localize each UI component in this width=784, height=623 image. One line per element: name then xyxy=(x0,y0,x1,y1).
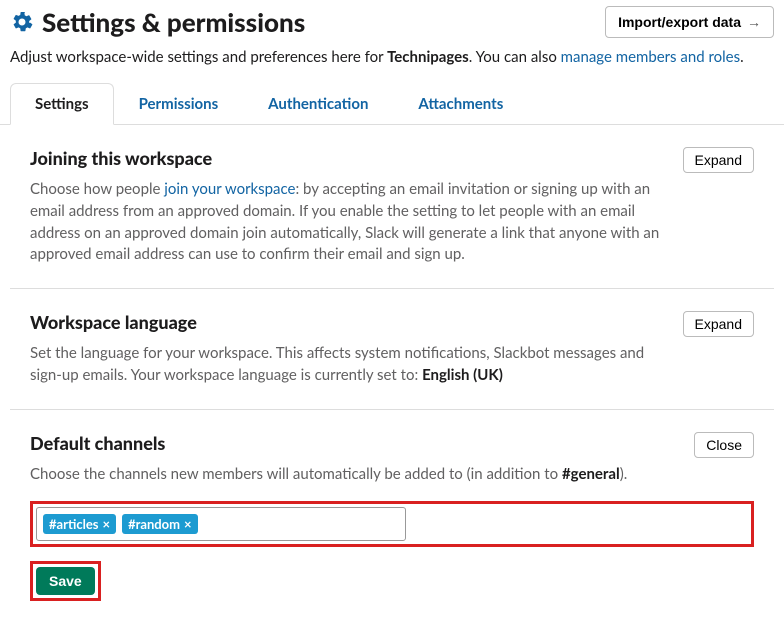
page-subtitle: Adjust workspace-wide settings and prefe… xyxy=(0,48,784,82)
chip-label: #articles xyxy=(49,516,99,532)
joining-desc: Choose how people join your workspace: b… xyxy=(30,179,670,266)
import-export-label: Import/export data xyxy=(618,14,741,30)
import-export-button[interactable]: Import/export data → xyxy=(605,6,774,38)
channels-close-button[interactable]: Close xyxy=(694,432,754,458)
save-highlight: Save xyxy=(30,561,101,601)
arrow-right-icon: → xyxy=(747,14,761,30)
section-joining: Joining this workspace Expand Choose how… xyxy=(10,125,774,289)
join-workspace-link[interactable]: join your workspace xyxy=(164,180,295,198)
chip-random[interactable]: #random × xyxy=(122,514,198,534)
chip-articles[interactable]: #articles × xyxy=(43,514,116,534)
save-button[interactable]: Save xyxy=(36,567,95,595)
tab-settings[interactable]: Settings xyxy=(10,83,114,125)
tab-attachments[interactable]: Attachments xyxy=(393,83,528,125)
channels-input[interactable]: #articles × #random × xyxy=(36,507,406,541)
channels-desc: Choose the channels new members will aut… xyxy=(30,464,670,486)
tab-permissions[interactable]: Permissions xyxy=(114,83,244,125)
gear-icon xyxy=(10,10,34,34)
page-title: Settings & permissions xyxy=(42,6,305,38)
manage-members-link[interactable]: manage members and roles xyxy=(561,48,740,66)
language-desc: Set the language for your workspace. Thi… xyxy=(30,343,670,387)
language-title: Workspace language xyxy=(30,311,197,333)
channels-title: Default channels xyxy=(30,432,165,454)
chip-remove-icon[interactable]: × xyxy=(103,516,111,532)
joining-title: Joining this workspace xyxy=(30,147,212,169)
section-language: Workspace language Expand Set the langua… xyxy=(10,289,774,410)
chip-remove-icon[interactable]: × xyxy=(184,516,192,532)
tab-bar: Settings Permissions Authentication Atta… xyxy=(0,82,784,125)
tab-authentication[interactable]: Authentication xyxy=(243,83,393,125)
chip-label: #random xyxy=(128,516,180,532)
language-expand-button[interactable]: Expand xyxy=(683,311,754,337)
section-default-channels: Default channels Close Choose the channe… xyxy=(10,410,774,623)
channels-input-highlight: #articles × #random × xyxy=(30,501,754,547)
joining-expand-button[interactable]: Expand xyxy=(683,147,754,173)
